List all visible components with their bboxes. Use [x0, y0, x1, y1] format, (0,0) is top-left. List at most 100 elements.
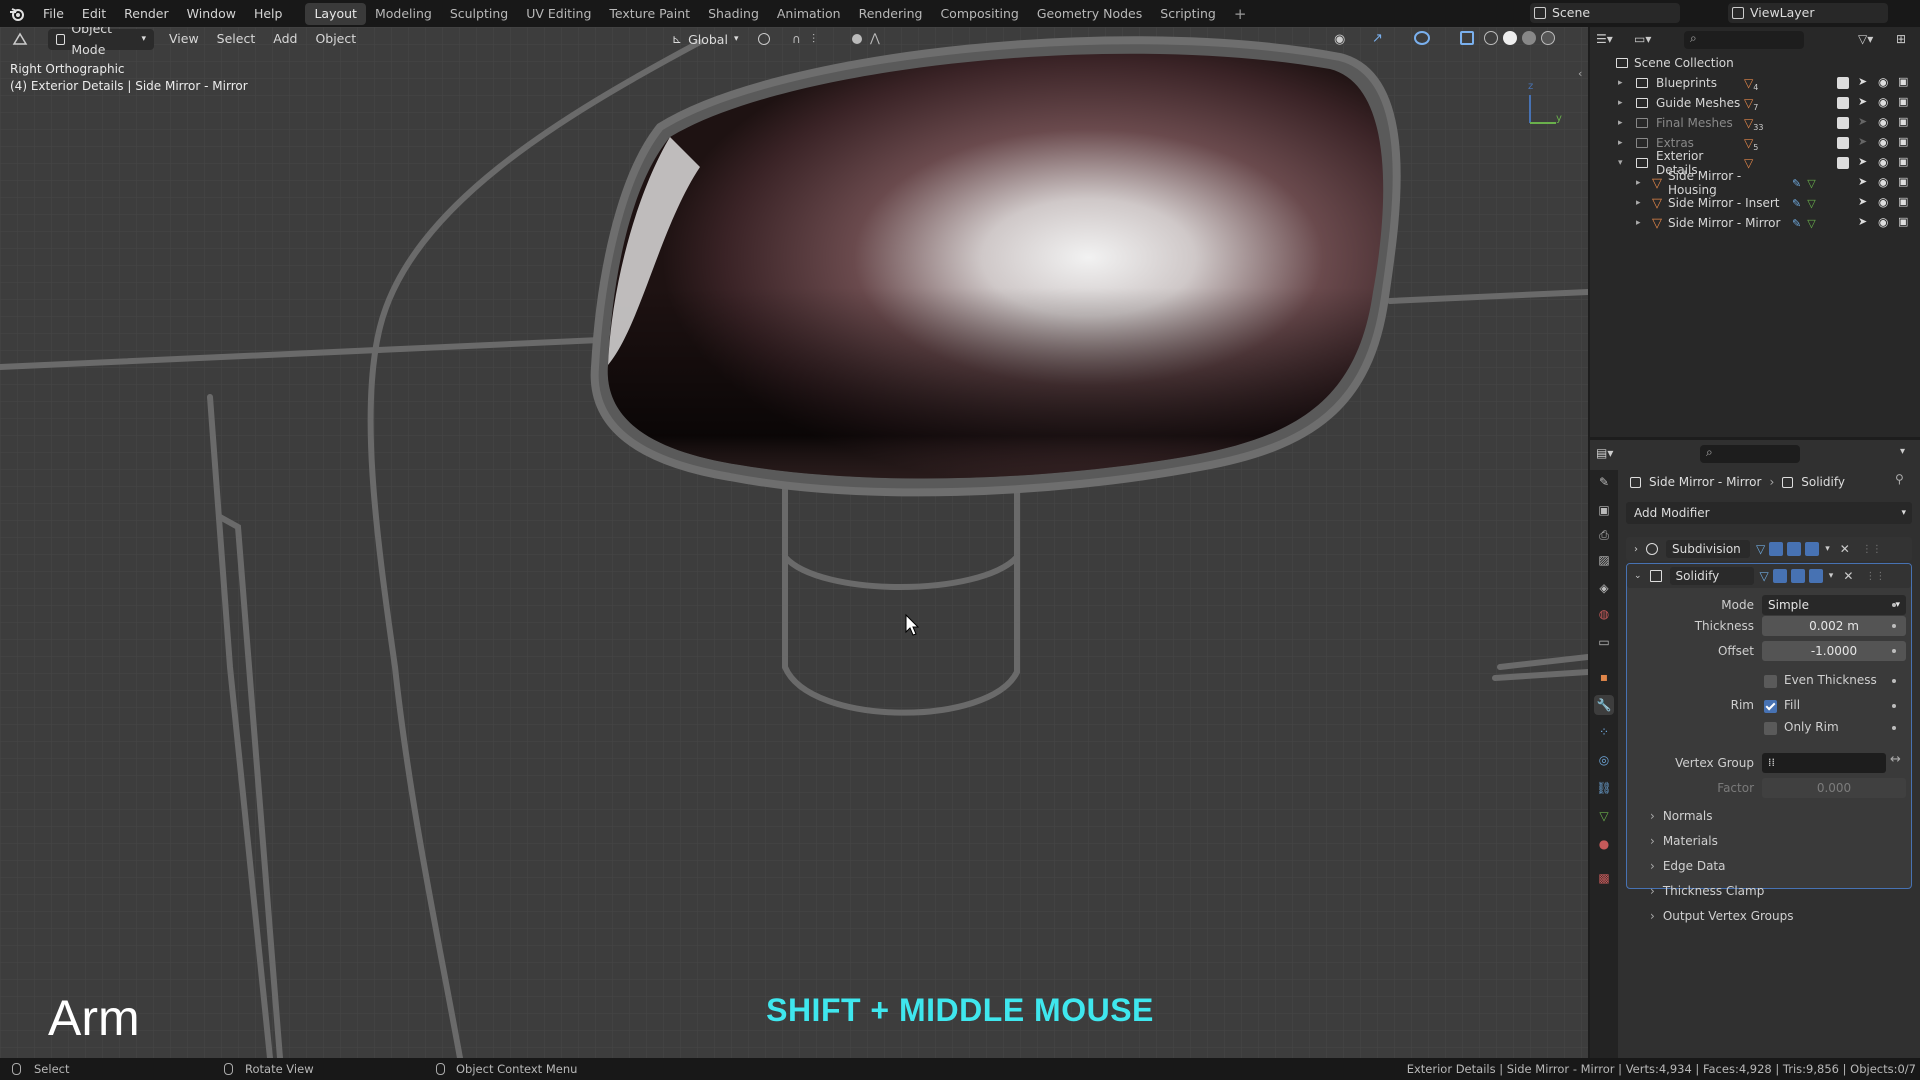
mode-selector[interactable]: Object Mode ▾	[48, 27, 154, 57]
tab-uv-editing[interactable]: UV Editing	[517, 3, 600, 25]
select-arrow-icon[interactable]: ➤	[1858, 115, 1867, 128]
exclude-checkbox[interactable]	[1837, 117, 1849, 129]
transform-orientation-selector[interactable]: ⊾ Global ▾	[672, 28, 738, 50]
exclude-checkbox[interactable]	[1837, 97, 1849, 109]
camera-icon[interactable]: ▣	[1898, 195, 1908, 208]
invert-arrows-icon[interactable]: ↔	[1890, 752, 1901, 767]
menu-add[interactable]: Add	[264, 28, 306, 50]
chevron-right-icon[interactable]: ▸	[1618, 78, 1628, 88]
camera-icon[interactable]: ▣	[1898, 95, 1908, 108]
subpanel-normals[interactable]: › Normals	[1650, 809, 1712, 823]
drag-handle-icon[interactable]: ⋮⋮	[1865, 571, 1885, 582]
add-modifier-button[interactable]: Add Modifier ▾	[1626, 502, 1912, 524]
select-arrow-icon[interactable]: ➤	[1858, 155, 1867, 168]
menu-view[interactable]: View	[160, 28, 208, 50]
only-rim-checkbox[interactable]	[1764, 722, 1777, 735]
outliner-collection-row[interactable]: ▸ Blueprints ▽ 4 ➤ ◉ ▣	[1590, 73, 1920, 93]
camera-icon[interactable]: ▣	[1898, 155, 1908, 168]
keyframe-dot-icon[interactable]	[1892, 603, 1896, 607]
chevron-down-icon[interactable]: ▾	[1618, 158, 1628, 168]
tab-texture-paint[interactable]: Texture Paint	[600, 3, 699, 25]
select-arrow-icon[interactable]: ➤	[1858, 75, 1867, 88]
tool-tab-icon[interactable]: ✎	[1594, 472, 1614, 492]
output-tab-icon[interactable]: ⎙	[1594, 525, 1614, 545]
select-arrow-icon[interactable]: ➤	[1858, 215, 1867, 228]
chevron-right-icon[interactable]: ▸	[1618, 98, 1628, 108]
menu-render[interactable]: Render	[115, 0, 178, 27]
subpanel-edge-data[interactable]: › Edge Data	[1650, 859, 1725, 873]
viewport-toggle-icon[interactable]	[1790, 569, 1805, 583]
tab-shading[interactable]: Shading	[699, 3, 768, 25]
tab-layout[interactable]: Layout	[305, 2, 366, 25]
select-arrow-icon[interactable]: ➤	[1858, 95, 1867, 108]
subpanel-materials[interactable]: › Materials	[1650, 834, 1718, 848]
mesh-data-icon[interactable]: ▽	[1807, 177, 1815, 190]
data-tab-icon[interactable]: ▽	[1594, 806, 1614, 826]
overlay-icon[interactable]	[1414, 31, 1430, 45]
vertex-group-field[interactable]	[1762, 753, 1886, 773]
tab-sculpting[interactable]: Sculpting	[441, 3, 517, 25]
proportional-editing-icon[interactable]	[852, 34, 862, 44]
camera-icon[interactable]: ▣	[1898, 75, 1908, 88]
properties-search-input[interactable]: ⌕	[1700, 445, 1800, 463]
factor-field[interactable]: 0.000	[1762, 778, 1906, 798]
subpanel-thickness-clamp[interactable]: › Thickness Clamp	[1650, 884, 1764, 898]
keyframe-dot-icon[interactable]	[1892, 649, 1896, 653]
camera-icon[interactable]: ▣	[1898, 215, 1908, 228]
menu-window[interactable]: Window	[178, 0, 245, 27]
render-toggle-icon[interactable]	[1808, 569, 1823, 583]
new-collection-icon[interactable]: ⊞	[1896, 32, 1906, 46]
search-input[interactable]: ⌕	[1684, 31, 1804, 49]
modifier-name-field[interactable]: Subdivision	[1666, 540, 1750, 558]
tab-modeling[interactable]: Modeling	[366, 3, 441, 25]
visibility-icon[interactable]: ◉	[1334, 32, 1345, 47]
tab-geometry-nodes[interactable]: Geometry Nodes	[1028, 3, 1151, 25]
texture-tab-icon[interactable]: ▩	[1594, 868, 1614, 888]
particles-tab-icon[interactable]: ⁘	[1594, 722, 1614, 742]
tab-animation[interactable]: Animation	[768, 3, 850, 25]
chevron-down-icon[interactable]: ▾	[1825, 544, 1830, 554]
select-arrow-icon[interactable]: ➤	[1858, 175, 1867, 188]
menu-file[interactable]: File	[34, 0, 73, 27]
cage-toggle-icon[interactable]	[1769, 542, 1784, 556]
outliner-object-row[interactable]: ▸ ▽ Side Mirror - Insert ✎ ▽ ➤ ◉ ▣	[1590, 193, 1920, 213]
gizmo-icon[interactable]: ↗	[1372, 31, 1383, 46]
eye-icon[interactable]: ◉	[1878, 115, 1888, 129]
display-mode-button[interactable]: ▭▾	[1634, 32, 1651, 46]
mode-select[interactable]: Simple ▾	[1762, 595, 1906, 615]
xray-icon[interactable]	[1460, 31, 1474, 45]
falloff-icon[interactable]: ⋀	[870, 31, 880, 45]
outliner-collection-row[interactable]: ▸ Extras ▽ 5 ➤ ◉ ▣	[1590, 133, 1920, 153]
mesh-data-icon[interactable]: ▽	[1807, 197, 1815, 210]
options-chevron-icon[interactable]: ▾	[1900, 446, 1905, 457]
pivot-point-icon[interactable]	[758, 33, 770, 45]
render-tab-icon[interactable]: ▣	[1594, 500, 1614, 520]
chevron-right-icon[interactable]: ▸	[1618, 138, 1628, 148]
eye-icon[interactable]: ◉	[1878, 195, 1888, 209]
exclude-checkbox[interactable]	[1837, 77, 1849, 89]
tab-rendering[interactable]: Rendering	[850, 3, 932, 25]
constraints-tab-icon[interactable]: ⛓	[1594, 778, 1614, 798]
collection-tab-icon[interactable]: ▭	[1594, 632, 1614, 652]
cage-toggle-icon[interactable]	[1772, 569, 1787, 583]
tab-scripting[interactable]: Scripting	[1151, 3, 1225, 25]
view-layer-tab-icon[interactable]: ▨	[1594, 550, 1614, 570]
eye-icon[interactable]: ◉	[1878, 155, 1888, 169]
modifier-solidify-header[interactable]: ⌄ Solidify ▽ ▾ ✕ ⋮⋮	[1627, 564, 1911, 588]
mesh-data-icon[interactable]: ▽	[1807, 217, 1815, 230]
viewport-toggle-icon[interactable]	[1787, 542, 1802, 556]
edit-mode-toggle-icon[interactable]: ▽	[1760, 569, 1769, 583]
modifier-name-field[interactable]: Solidify	[1669, 567, 1754, 585]
material-shading-icon[interactable]	[1522, 31, 1536, 45]
blender-logo-icon[interactable]	[0, 0, 34, 27]
chevron-right-icon[interactable]: ▸	[1636, 178, 1646, 188]
render-toggle-icon[interactable]	[1805, 542, 1820, 556]
outliner-scene-collection[interactable]: Scene Collection	[1590, 53, 1920, 73]
world-tab-icon[interactable]: ◍	[1594, 604, 1614, 624]
modifier-wrench-icon[interactable]: ✎	[1792, 177, 1801, 190]
exclude-checkbox[interactable]	[1837, 137, 1849, 149]
chevron-right-icon[interactable]: ▸	[1636, 218, 1646, 228]
close-icon[interactable]: ✕	[1840, 542, 1850, 556]
menu-edit[interactable]: Edit	[73, 0, 115, 27]
subpanel-output-vertex-groups[interactable]: › Output Vertex Groups	[1650, 909, 1793, 923]
